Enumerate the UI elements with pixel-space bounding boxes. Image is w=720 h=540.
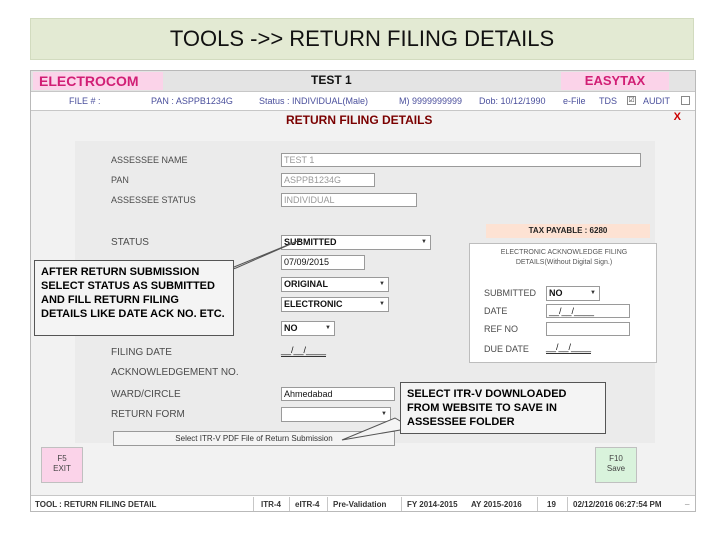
mode-value: ELECTRONIC (284, 299, 343, 309)
ack-details-panel: ELECTRONIC ACKNOWLEDGE FILING DETAILS(Wi… (469, 243, 657, 363)
submitted-label: SUBMITTED (484, 288, 537, 298)
status-divider (289, 497, 290, 511)
audit-checkbox[interactable] (681, 96, 690, 105)
prevalidation-button[interactable]: Pre-Validation (333, 500, 386, 509)
assessee-name-field[interactable]: TEST 1 (281, 153, 641, 167)
ref-no-field[interactable] (546, 322, 630, 336)
brand-logo-electrocom: ELECTROCOM (33, 72, 163, 90)
return-date-field[interactable]: 07/09/2015 (281, 255, 365, 270)
status-bar: TOOL : RETURN FILING DETAIL ITR-4 eITR-4… (31, 495, 695, 511)
return-form-label: RETURN FORM (111, 409, 185, 420)
ack-no-label: ACKNOWLEDGEMENT NO. (111, 367, 239, 378)
callout-status-instructions: AFTER RETURN SUBMISSION SELECT STATUS AS… (34, 260, 234, 336)
exit-label: EXIT (53, 464, 71, 473)
fy-label: FY 2014-2015 (407, 500, 458, 509)
slide-title: TOOLS ->> RETURN FILING DETAILS (30, 18, 694, 60)
chevron-down-icon: ▼ (379, 281, 385, 287)
ref-no-label: REF NO (484, 324, 519, 334)
status-divider (327, 497, 328, 511)
assessee-status-label: ASSESSEE STATUS (111, 195, 196, 205)
filing-date-label: FILING DATE (111, 347, 172, 358)
submitted-value: NO (549, 288, 563, 298)
status-dropdown[interactable]: SUBMITTED ▼ (281, 235, 431, 250)
file-no-label: FILE # : (69, 96, 101, 106)
assessee-status-field[interactable]: INDIVIDUAL (281, 193, 417, 207)
pan-info: PAN : ASPPB1234G (151, 96, 233, 106)
tds-label: TDS (599, 96, 617, 106)
pan-label: PAN (111, 175, 129, 185)
minimize-button[interactable]: _ (685, 497, 689, 506)
status-divider (537, 497, 538, 511)
chevron-down-icon: ▼ (421, 239, 427, 245)
assessee-name-label: ASSESSEE NAME (111, 155, 188, 165)
revised-value: NO (284, 323, 298, 333)
brand-logo-easytax: EASYTAX (561, 72, 669, 90)
datetime-label: 02/12/2016 06:27:54 PM (573, 500, 662, 509)
pan-field[interactable]: ASPPB1234G (281, 173, 375, 187)
close-icon[interactable]: X (674, 111, 681, 123)
due-date-label: DUE DATE (484, 344, 529, 354)
itr4-button[interactable]: ITR-4 (261, 500, 281, 509)
status-divider (567, 497, 568, 511)
f5-key-label: F5 (57, 454, 67, 463)
chevron-down-icon: ▼ (590, 290, 596, 296)
f10-key-label: F10 (609, 454, 623, 463)
ack-panel-title: ELECTRONIC ACKNOWLEDGE FILING DETAILS(Wi… (500, 249, 628, 266)
callout-itrv-instructions: SELECT ITR-V DOWNLOADED FROM WEBSITE TO … (400, 382, 606, 434)
efile-label: e-File (563, 96, 586, 106)
save-button[interactable]: F10 Save (595, 447, 637, 483)
status-value: SUBMITTED (284, 237, 337, 247)
tax-payable-badge: TAX PAYABLE : 6280 (486, 224, 650, 238)
status-info: Status : INDIVIDUAL(Male) (259, 96, 369, 106)
filing-date-field[interactable]: __/__/____ (281, 345, 327, 357)
app-header: ELECTROCOM TEST 1 EASYTAX (31, 71, 695, 91)
ward-field[interactable]: Ahmedabad (281, 387, 395, 401)
assessee-info-bar: FILE # : PAN : ASPPB1234G Status : INDIV… (31, 91, 695, 111)
save-label: Save (606, 464, 626, 473)
chevron-down-icon: ▼ (379, 301, 385, 307)
ack-date-label: DATE (484, 306, 508, 316)
exit-button[interactable]: F5 EXIT (41, 447, 83, 483)
select-itrv-button[interactable]: Select ITR-V PDF File of Return Submissi… (113, 431, 395, 446)
tds-checkbox[interactable]: ☑ (627, 96, 636, 105)
revised-dropdown[interactable]: NO ▼ (281, 321, 335, 336)
eitr4-button[interactable]: eITR-4 (295, 500, 319, 509)
dob-info: Dob: 10/12/1990 (479, 96, 546, 106)
submitted-dropdown[interactable]: NO ▼ (546, 286, 600, 301)
return-form-dropdown[interactable]: ▼ (281, 407, 391, 422)
ward-label: WARD/CIRCLE (111, 389, 181, 400)
chevron-down-icon: ▼ (381, 411, 387, 417)
due-date-field[interactable]: __/__/____ (546, 342, 592, 354)
audit-label: AUDIT (643, 96, 670, 106)
status-divider (401, 497, 402, 511)
record-count: 19 (547, 500, 556, 509)
form-title: RETURN FILING DETAILS (286, 113, 433, 127)
return-type-dropdown[interactable]: ORIGINAL ▼ (281, 277, 389, 292)
ack-date-field[interactable]: __/__/____ (546, 304, 630, 318)
assessee-name-header: TEST 1 (311, 73, 352, 87)
mobile-info: M) 9999999999 (399, 96, 463, 106)
mode-dropdown[interactable]: ELECTRONIC ▼ (281, 297, 389, 312)
return-type-value: ORIGINAL (284, 279, 328, 289)
status-divider (253, 497, 254, 511)
ay-label: AY 2015-2016 (471, 500, 522, 509)
status-label: STATUS (111, 237, 149, 248)
tool-name: TOOL : RETURN FILING DETAIL (35, 500, 157, 509)
chevron-down-icon: ▼ (325, 325, 331, 331)
